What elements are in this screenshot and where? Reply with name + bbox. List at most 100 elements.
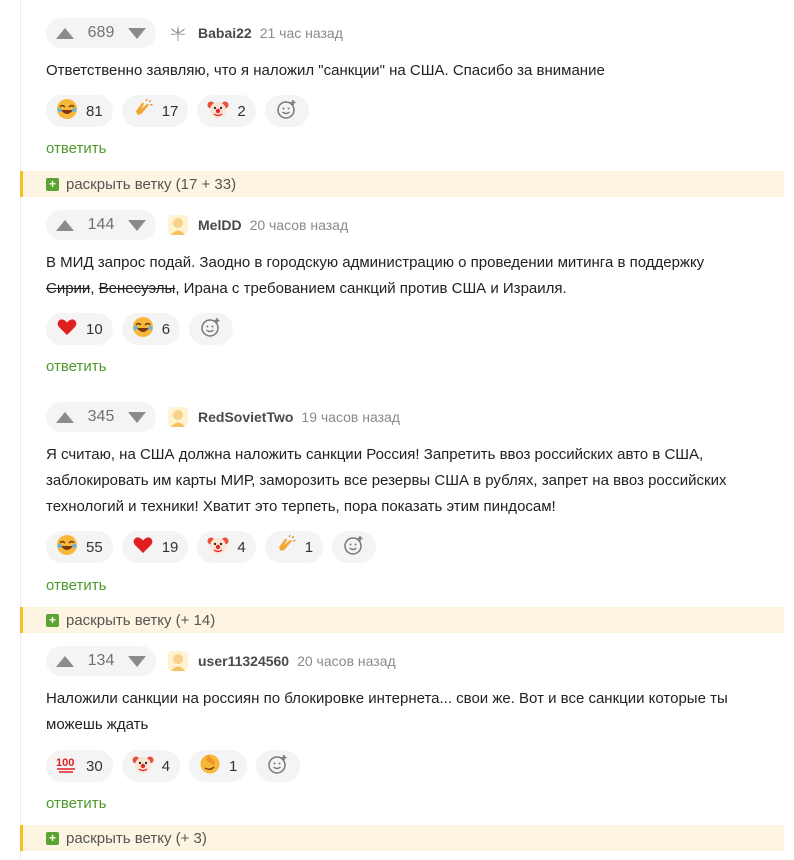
reaction-count: 17 [161,102,179,120]
reply-link[interactable]: ответить [46,140,106,157]
reaction-button[interactable]: 19 [121,531,189,563]
expand-branch-button[interactable]: + раскрыть ветку (+ 14) [20,607,784,633]
reaction-button[interactable]: 4 [197,531,256,563]
reaction-button[interactable]: 4 [121,750,181,782]
plus-icon: + [46,177,59,191]
comment-text-rest: , Ирана с требованием санкций против США… [175,280,567,297]
arrow-down-icon[interactable] [128,411,146,423]
thread-line [20,0,21,860]
vote-widget: 345 [46,402,156,432]
arrow-up-icon[interactable] [56,27,74,39]
heart-icon [132,534,154,561]
add-reaction-icon [200,316,222,343]
reaction-count: 10 [86,320,103,338]
comment-time[interactable]: 19 часов назад [301,409,400,425]
reaction-button[interactable]: 1 [264,531,324,563]
reaction-button[interactable]: 17 [121,95,189,127]
comment-score: 144 [87,216,115,233]
reaction-button[interactable]: 6 [121,313,181,345]
cannabis-leaf-icon[interactable] [168,23,188,43]
reply-link[interactable]: ответить [46,577,106,594]
comment-author[interactable]: Babai22 [198,25,252,41]
clown-emoji-icon [207,534,229,561]
comment-header: 345 RedSovietTwo 19 часов назад [46,402,400,432]
comment-header: 689 Babai22 21 час назад [46,18,343,48]
arrow-down-icon[interactable] [128,655,146,667]
default-avatar-icon[interactable] [168,651,188,671]
reaction-button[interactable]: 2 [197,95,256,127]
add-reaction-icon [267,753,289,780]
add-reaction-button[interactable] [264,95,309,127]
expand-branch-button[interactable]: + раскрыть ветку (17 + 33) [20,171,784,197]
arrow-down-icon[interactable] [128,27,146,39]
comment-header: 144 MelDD 20 часов назад [46,210,348,240]
clown-emoji-icon [207,98,229,125]
clown-emoji-icon [132,753,154,780]
comment-text: Я считаю, на США должна наложить санкции… [46,446,727,515]
laughing-emoji-icon [56,534,78,561]
reaction-count: 2 [237,102,246,120]
svg-text:100: 100 [56,757,74,769]
clapping-hands-icon [132,98,154,125]
add-reaction-button[interactable] [332,531,377,563]
reaction-count: 4 [161,757,171,775]
vote-widget: 144 [46,210,156,240]
comment-score: 345 [87,408,115,425]
comment-text: Наложили санкции на россиян по блокировк… [46,690,728,733]
comment-time[interactable]: 20 часов назад [297,653,396,669]
reactions-bar: 81 17 2 [46,95,309,127]
strikethrough-text: Венесуэлы [98,280,176,297]
reaction-button[interactable]: 81 [46,95,113,127]
comment-text: Ответственно заявляю, что я наложил "сан… [46,62,605,79]
expand-branch-button[interactable]: + раскрыть ветку (+ 3) [20,825,784,851]
reaction-count: 6 [161,320,171,338]
vote-widget: 134 [46,646,156,676]
plus-icon: + [46,613,59,627]
add-reaction-button[interactable] [189,313,234,345]
reaction-button[interactable]: 55 [46,531,113,563]
reaction-button[interactable]: 10 [46,313,113,345]
comment-header: 134 user11324560 20 часов назад [46,646,396,676]
reaction-button[interactable]: 1 [189,750,248,782]
reaction-button[interactable]: 100 30 [46,750,113,782]
reaction-count: 55 [86,538,103,556]
arrow-up-icon[interactable] [56,411,74,423]
comment-time[interactable]: 21 час назад [260,25,343,41]
clapping-hands-icon [275,534,297,561]
reaction-count: 30 [86,757,103,775]
comment-author[interactable]: RedSovietTwo [198,409,293,425]
arrow-up-icon[interactable] [56,655,74,667]
comment-text-line: В МИД запрос подай. Заодно в городскую а… [46,254,705,271]
arrow-down-icon[interactable] [128,219,146,231]
comment-time[interactable]: 20 часов назад [250,217,349,233]
comment-text: В МИД запрос подай. Заодно в городскую а… [46,250,776,302]
comment-author[interactable]: user11324560 [198,653,289,669]
laughing-emoji-icon [132,316,154,343]
heart-icon [56,316,78,343]
reaction-count: 19 [161,538,179,556]
plus-icon: + [46,831,59,845]
hundred-points-icon: 100 [56,753,78,780]
default-avatar-icon[interactable] [168,407,188,427]
reaction-count: 81 [86,102,103,120]
comment-score: 689 [87,24,115,41]
reaction-count: 4 [237,538,246,556]
add-reaction-icon [276,98,298,125]
comments-feed: 689 Babai22 21 час назад Ответственно за… [0,0,794,860]
reply-link[interactable]: ответить [46,795,106,812]
laughing-emoji-icon [56,98,78,125]
add-reaction-icon [343,534,365,561]
default-avatar-icon[interactable] [168,215,188,235]
comment-author[interactable]: MelDD [198,217,242,233]
reactions-bar: 10 6 [46,313,234,345]
arrow-up-icon[interactable] [56,219,74,231]
reactions-bar: 55 19 4 1 [46,531,377,563]
add-reaction-button[interactable] [256,750,301,782]
expand-branch-label: раскрыть ветку (+ 14) [66,611,216,629]
strikethrough-text: Сирии [46,280,91,297]
reply-link[interactable]: ответить [46,358,106,375]
expand-branch-label: раскрыть ветку (+ 3) [66,829,207,847]
facepalm-emoji-icon [199,753,221,780]
text-separator: , [90,280,99,297]
comment-score: 134 [87,652,115,669]
